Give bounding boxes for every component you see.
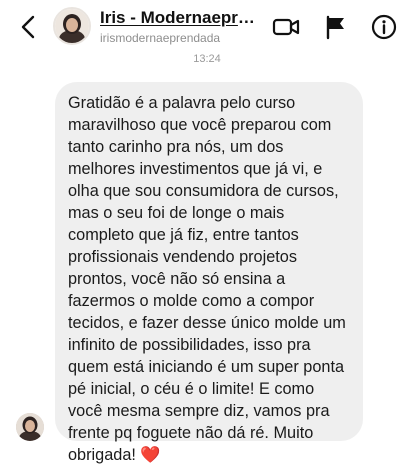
message-timestamp: 13:24: [193, 53, 221, 65]
video-call-icon: [272, 18, 300, 36]
video-call-button[interactable]: [272, 13, 300, 41]
report-button[interactable]: [322, 13, 350, 41]
info-icon: [371, 14, 397, 40]
report-flag-icon: [326, 15, 344, 40]
back-arrow-icon: [21, 15, 35, 39]
chat-header: Iris - Modernaepre… irismodernaeprendada: [0, 0, 414, 54]
info-button[interactable]: [370, 13, 398, 41]
contact-username: irismodernaeprendada: [100, 31, 221, 45]
sender-avatar[interactable]: [16, 413, 44, 441]
heart-emoji: ❤️: [140, 446, 161, 464]
contact-name[interactable]: Iris - Modernaepre…: [100, 8, 260, 28]
back-button[interactable]: [14, 11, 42, 43]
message-bubble[interactable]: Gratidão é a palavra pelo curso maravilh…: [55, 82, 363, 464]
contact-avatar[interactable]: [53, 7, 91, 45]
message-body: Gratidão é a palavra pelo curso maravilh…: [68, 94, 346, 464]
message-text: Gratidão é a palavra pelo curso maravilh…: [68, 92, 351, 466]
